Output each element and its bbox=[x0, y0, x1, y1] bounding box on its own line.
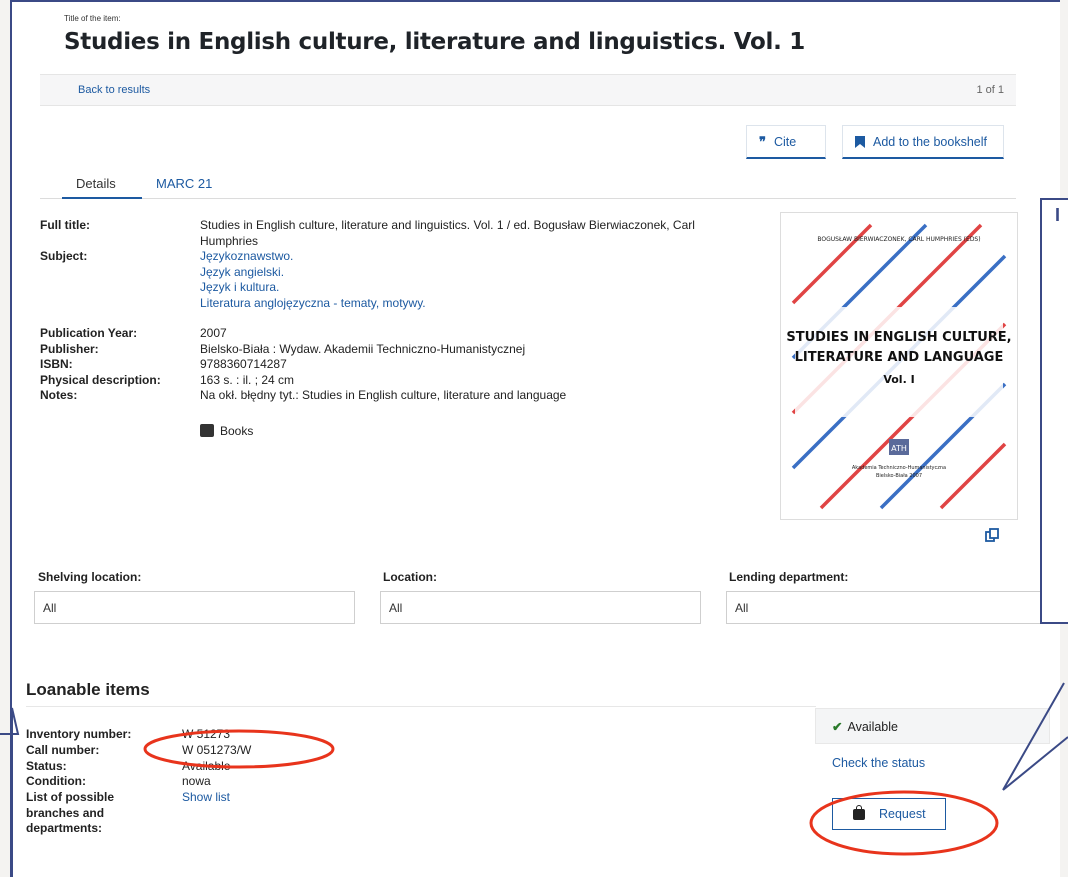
filter-label-location: Location: bbox=[383, 570, 437, 584]
back-to-results-link[interactable]: Back to results bbox=[78, 84, 150, 96]
subject-link[interactable]: Język i kultura. bbox=[200, 280, 720, 296]
show-list-link[interactable]: Show list bbox=[182, 790, 230, 804]
divider bbox=[26, 706, 816, 707]
book-icon bbox=[200, 424, 214, 437]
cover-title-2: LITERATURE AND LANGUAGE bbox=[795, 350, 1004, 365]
cover-logo: ATH bbox=[891, 444, 907, 453]
request-button[interactable]: Request bbox=[832, 798, 946, 830]
location-select[interactable]: All bbox=[380, 591, 701, 624]
tab-details[interactable]: Details bbox=[62, 176, 142, 199]
lending-department-select[interactable]: All bbox=[726, 591, 1046, 624]
shopping-bag-icon bbox=[853, 804, 865, 820]
copy-icon[interactable] bbox=[985, 528, 999, 542]
item-type: Books bbox=[200, 424, 253, 440]
cover-publisher-2: Bielsko-Biała 2007 bbox=[876, 473, 922, 479]
book-cover[interactable]: BOGUSŁAW BIERWIACZONEK, CARL HUMPHRIES (… bbox=[780, 212, 1018, 520]
title-caption: Title of the item: bbox=[64, 14, 121, 23]
cover-image: BOGUSŁAW BIERWIACZONEK, CARL HUMPHRIES (… bbox=[786, 223, 1012, 510]
results-nav-bar: Back to results 1 of 1 bbox=[40, 74, 1016, 106]
cite-label: Cite bbox=[774, 134, 797, 149]
quote-icon: ❞ bbox=[759, 133, 766, 149]
annotation-letter: I bbox=[1055, 205, 1061, 225]
result-pager: 1 of 1 bbox=[976, 84, 1004, 96]
annotation-box bbox=[1040, 198, 1068, 624]
filter-label-lending: Lending department: bbox=[729, 570, 849, 584]
detail-tabs: Details MARC 21 bbox=[40, 172, 1016, 199]
bookshelf-label: Add to the bookshelf bbox=[873, 134, 987, 149]
subject-link[interactable]: Literatura anglojęzyczna - tematy, motyw… bbox=[200, 296, 720, 312]
cover-authors: BOGUSŁAW BIERWIACZONEK, CARL HUMPHRIES (… bbox=[817, 236, 980, 243]
tab-marc21[interactable]: MARC 21 bbox=[156, 176, 212, 197]
check-icon: ✔ bbox=[832, 720, 843, 734]
cover-volume: Vol. I bbox=[883, 373, 914, 386]
filter-label-shelving: Shelving location: bbox=[38, 570, 142, 584]
subject-link[interactable]: Językoznawstwo. bbox=[200, 249, 720, 265]
loanable-items-heading: Loanable items bbox=[26, 680, 150, 699]
add-to-bookshelf-button[interactable]: Add to the bookshelf bbox=[842, 125, 1004, 159]
shelving-location-select[interactable]: All bbox=[34, 591, 355, 624]
bookmark-icon bbox=[855, 135, 865, 148]
check-status-link[interactable]: Check the status bbox=[832, 756, 925, 770]
subject-link[interactable]: Język angielski. bbox=[200, 265, 720, 281]
request-label: Request bbox=[879, 807, 926, 821]
page-title: Studies in English culture, literature a… bbox=[64, 29, 805, 55]
cite-button[interactable]: ❞ Cite bbox=[746, 125, 826, 159]
cover-publisher-1: Akademia Techniczno-Humanistyczna bbox=[852, 465, 946, 471]
cover-title-1: STUDIES IN ENGLISH CULTURE, bbox=[786, 330, 1011, 345]
availability-badge: ✔ Available bbox=[815, 708, 1050, 744]
